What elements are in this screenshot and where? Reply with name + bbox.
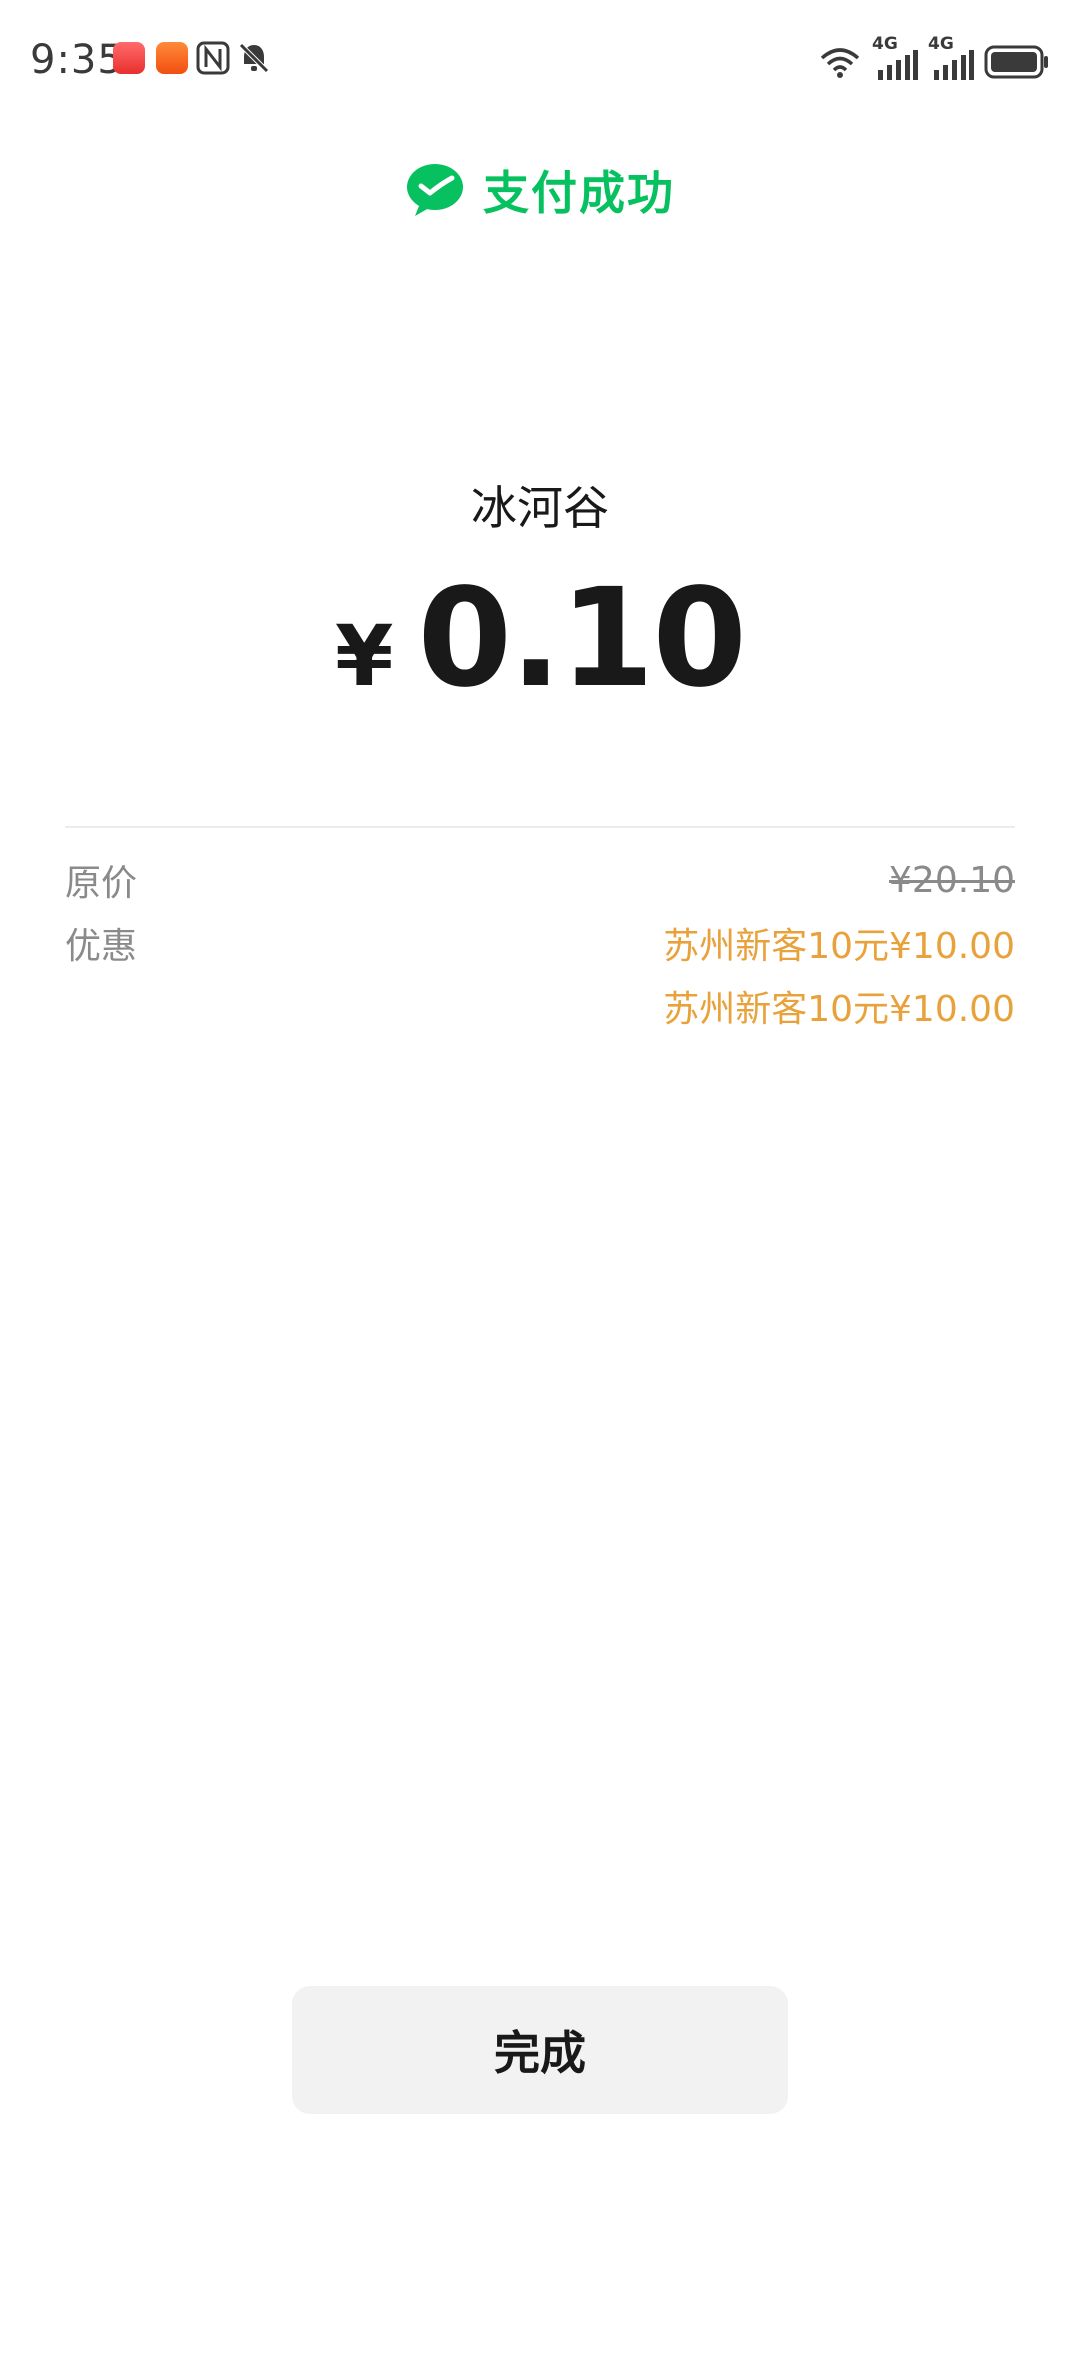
done-button[interactable]: 完成 <box>292 1986 788 2114</box>
status-right-icons: 4G 4G <box>818 34 1050 80</box>
discount-label: 优惠 <box>65 926 138 967</box>
divider <box>65 826 1015 828</box>
discount-value: 苏州新客10元¥10.00 <box>663 926 1015 967</box>
app-red-icon <box>113 42 145 74</box>
currency-symbol: ¥ <box>334 607 394 705</box>
original-price-value: ¥20.10 <box>889 859 1015 901</box>
signal-1-group: 4G <box>872 34 918 80</box>
payment-amount: ¥ 0.10 <box>0 560 1080 718</box>
signal-icon <box>878 50 918 80</box>
page-title: 支付成功 <box>483 166 675 220</box>
payment-success-header: 支付成功 <box>0 150 1080 230</box>
discount-row: 优惠 苏州新客10元¥10.00 <box>65 913 1015 973</box>
discount-value: 苏州新客10元¥10.00 <box>663 989 1015 1030</box>
signal-2-group: 4G <box>928 34 974 80</box>
signal-icon <box>934 50 974 80</box>
battery-icon <box>984 45 1048 79</box>
mute-bell-icon <box>239 43 269 73</box>
discount-row: 苏州新客10元¥10.00 <box>65 976 1015 1036</box>
status-bar: 9:35 4G 4G <box>0 0 1080 120</box>
original-price-row: 原价 ¥20.10 <box>65 850 1015 910</box>
status-time: 9:35 <box>30 37 124 83</box>
app-orange-icon <box>156 42 188 74</box>
wechat-pay-check-icon <box>407 164 463 216</box>
wifi-icon <box>820 48 860 78</box>
original-price-label: 原价 <box>65 863 138 904</box>
nfc-icon <box>196 41 230 75</box>
amount-value: 0.10 <box>417 560 747 718</box>
merchant-name: 冰河谷 <box>471 481 609 535</box>
